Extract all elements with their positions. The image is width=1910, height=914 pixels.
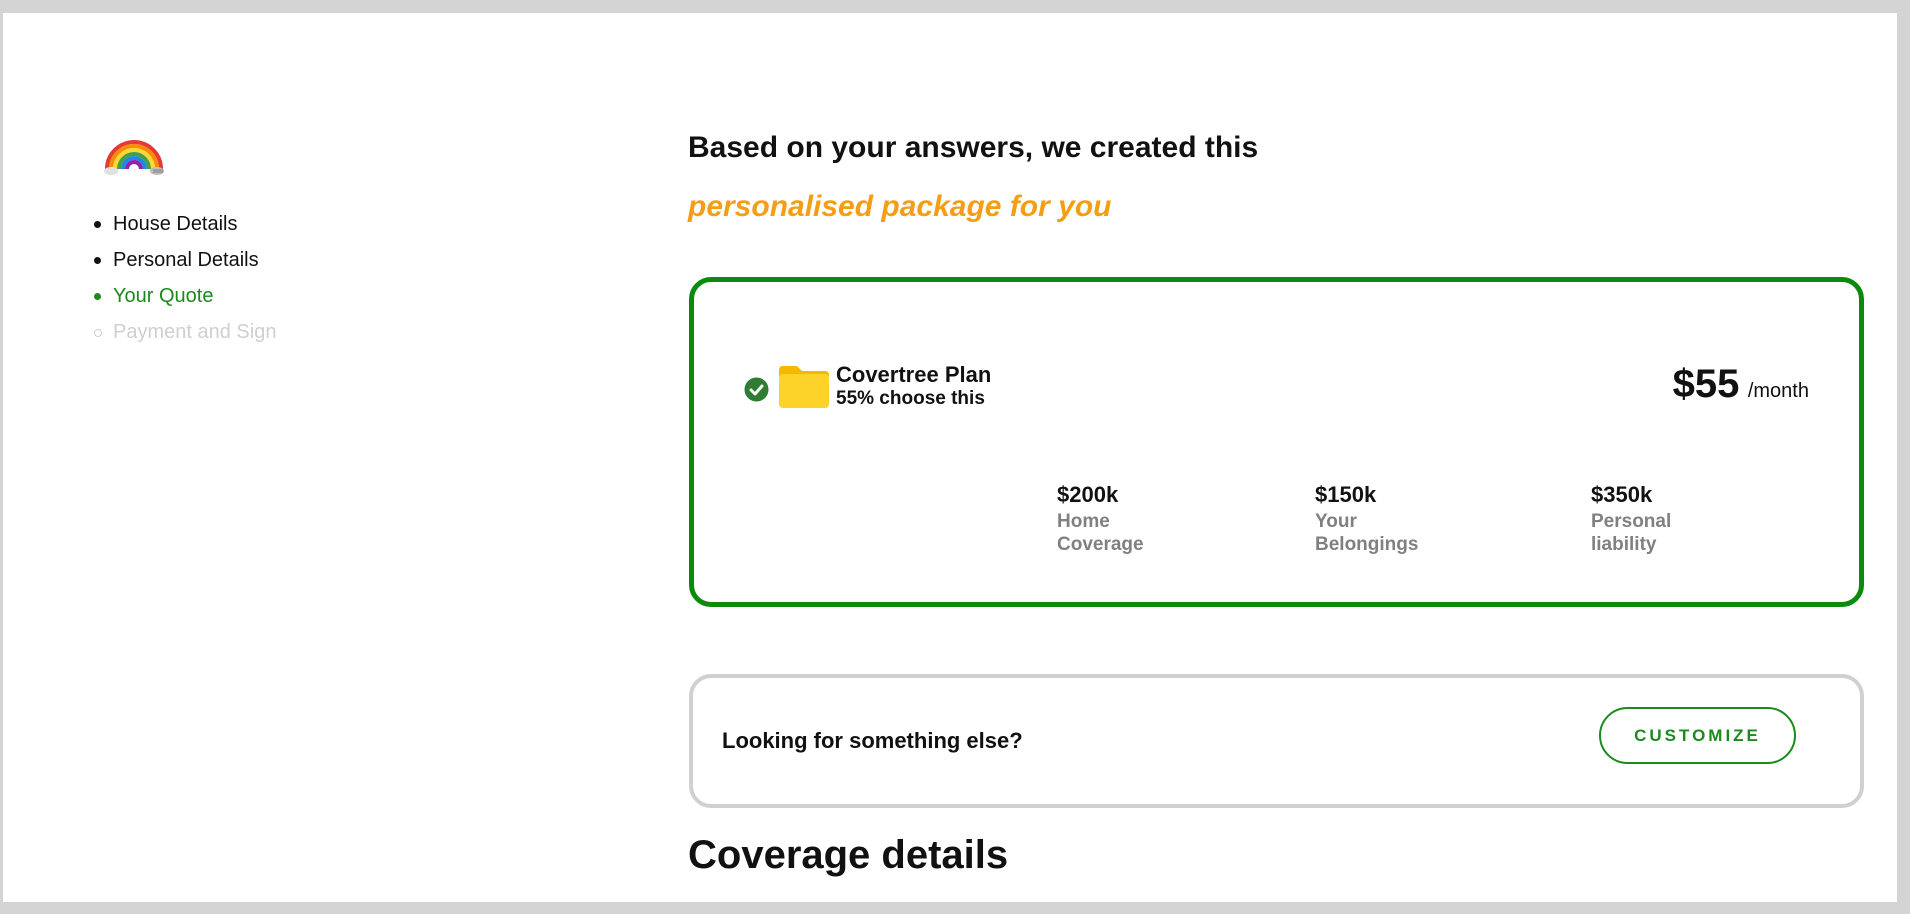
- progress-steps: House Details Personal Details Your Quot…: [92, 206, 276, 350]
- coverage-stat-home: $200k Home Coverage: [1057, 482, 1167, 556]
- step-personal-details[interactable]: Personal Details: [92, 242, 276, 278]
- page-subtitle: personalised package for you: [688, 190, 1112, 223]
- step-your-quote[interactable]: Your Quote: [92, 278, 276, 314]
- plan-card[interactable]: Covertree Plan 55% choose this $55 /mont…: [689, 277, 1864, 607]
- step-payment-and-sign: Payment and Sign: [92, 314, 276, 350]
- coverage-details-heading: Coverage details: [688, 833, 1009, 877]
- rainbow-icon: [101, 121, 167, 185]
- plan-name: Covertree Plan: [836, 362, 992, 387]
- stat-value: $200k: [1057, 482, 1119, 507]
- coverage-stat-liability: $350k Personal liability: [1591, 482, 1701, 556]
- stat-label: Personal: [1591, 511, 1672, 532]
- stat-label: Home: [1057, 511, 1110, 532]
- step-label: Personal Details: [113, 249, 259, 271]
- folder-icon: [777, 364, 831, 410]
- step-label: House Details: [113, 213, 238, 235]
- step-label: Payment and Sign: [113, 321, 277, 343]
- step-label: Your Quote: [113, 285, 214, 307]
- step-house-details[interactable]: House Details: [92, 206, 276, 242]
- bullet-icon: [94, 257, 101, 264]
- page-title: Based on your answers, we created this: [688, 131, 1259, 164]
- page: House Details Personal Details Your Quot…: [3, 13, 1897, 902]
- stat-value: $150k: [1315, 482, 1377, 507]
- bullet-icon: [94, 221, 101, 228]
- customize-prompt: Looking for something else?: [722, 728, 1023, 753]
- customize-button[interactable]: CUSTOMIZE: [1599, 707, 1796, 764]
- coverage-stat-belongings: $150k Your Belongings: [1315, 482, 1445, 556]
- check-circle-icon: [744, 377, 769, 402]
- stat-value: $350k: [1591, 482, 1653, 507]
- plan-popularity: 55% choose this: [836, 388, 985, 409]
- stat-label: Belongings: [1315, 534, 1419, 555]
- stat-label: Coverage: [1057, 534, 1144, 555]
- plan-price: $55 /month: [1673, 362, 1809, 407]
- customize-card: Looking for something else? CUSTOMIZE: [689, 674, 1864, 808]
- hollow-bullet-icon: [94, 329, 102, 337]
- price-amount: $55: [1672, 362, 1740, 406]
- stat-label: liability: [1591, 534, 1657, 555]
- price-unit: /month: [1747, 380, 1809, 402]
- stat-label: Your: [1315, 511, 1357, 532]
- bullet-icon: [94, 293, 101, 300]
